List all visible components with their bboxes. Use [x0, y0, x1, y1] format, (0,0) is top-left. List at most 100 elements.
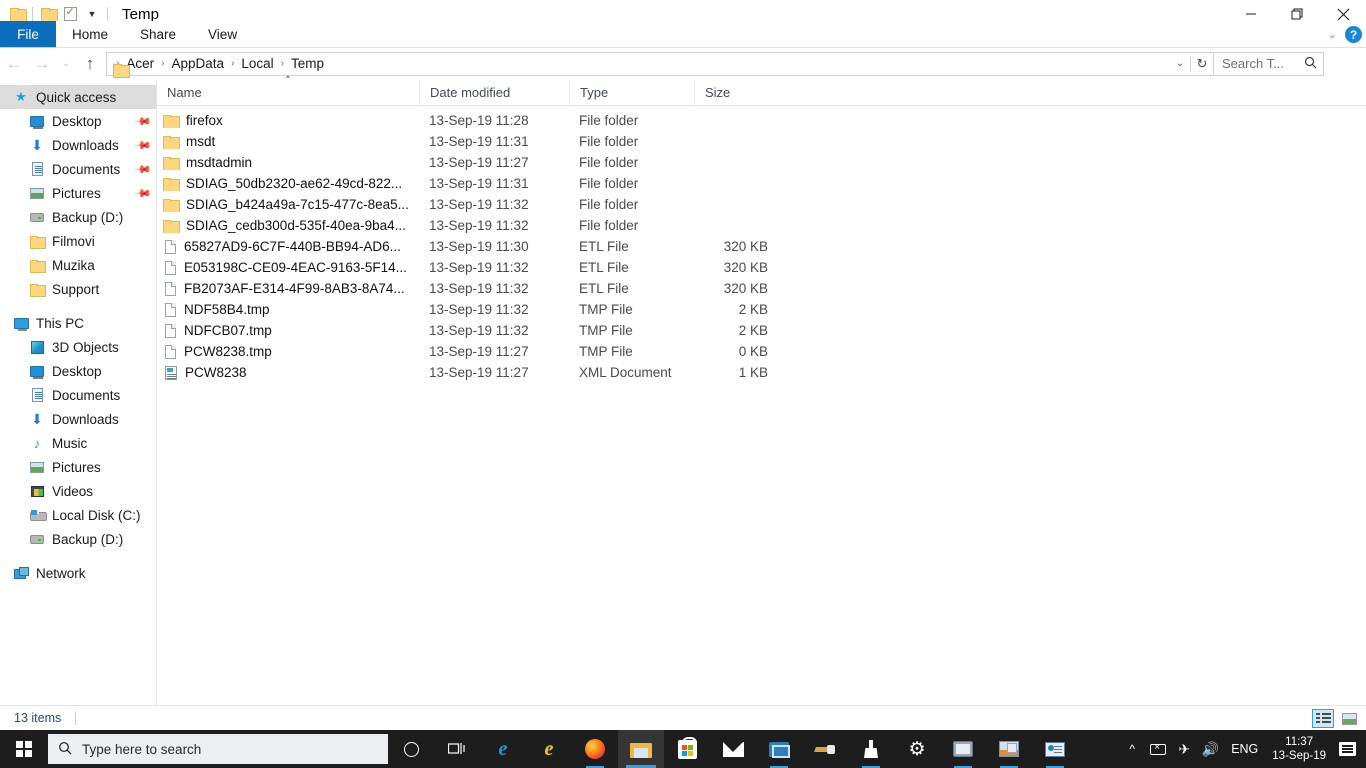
- photo-viewer-icon[interactable]: [986, 730, 1032, 768]
- sidebar-item-music[interactable]: ♪ Music: [0, 431, 156, 455]
- tab-share[interactable]: Share: [124, 21, 192, 48]
- sidebar-item-backup-d-qa[interactable]: Backup (D:): [0, 205, 156, 229]
- file-name-cell[interactable]: FB2073AF-E314-4F99-8AB3-8A74...: [157, 281, 419, 296]
- 3d-objects-icon: [28, 340, 46, 354]
- sidebar-item-network[interactable]: Network: [0, 561, 156, 585]
- file-name-cell[interactable]: firefox: [157, 113, 419, 128]
- folder-icon: [163, 198, 180, 212]
- table-row[interactable]: SDIAG_b424a49a-7c15-477c-8ea5... 13-Sep-…: [157, 194, 1366, 215]
- table-row[interactable]: SDIAG_50db2320-ae62-49cd-822... 13-Sep-1…: [157, 173, 1366, 194]
- sidebar-item-downloads-pc[interactable]: ⬇ Downloads: [0, 407, 156, 431]
- sidebar-item-support[interactable]: Support: [0, 277, 156, 301]
- sidebar-item-documents-pc[interactable]: Documents: [0, 383, 156, 407]
- contacts-icon[interactable]: [1032, 730, 1078, 768]
- action-center-icon[interactable]: [1332, 730, 1362, 768]
- recent-locations-caret-icon[interactable]: ⌄: [56, 50, 76, 78]
- file-name-cell[interactable]: PCW8238: [157, 365, 419, 380]
- forward-button[interactable]: →: [28, 50, 56, 78]
- table-row[interactable]: PCW8238 13-Sep-19 11:27 XML Document 1 K…: [157, 362, 1366, 383]
- address-dropdown-caret-icon[interactable]: ⌄: [1170, 58, 1190, 69]
- table-row[interactable]: FB2073AF-E314-4F99-8AB3-8A74... 13-Sep-1…: [157, 278, 1366, 299]
- sidebar-item-3d-objects[interactable]: 3D Objects: [0, 335, 156, 359]
- sidebar-item-muzika[interactable]: Muzika: [0, 253, 156, 277]
- file-name-cell[interactable]: SDIAG_50db2320-ae62-49cd-822...: [157, 176, 419, 191]
- navigation-pane[interactable]: ★ Quick access Desktop 📌 ⬇ Downloads 📌 D…: [0, 80, 157, 705]
- tab-home[interactable]: Home: [56, 21, 124, 48]
- sidebar-item-backup-d-pc[interactable]: Backup (D:): [0, 527, 156, 551]
- table-row[interactable]: E053198C-CE09-4EAC-9163-5F14... 13-Sep-1…: [157, 257, 1366, 278]
- column-header-size[interactable]: Size: [694, 79, 776, 106]
- internet-explorer-icon[interactable]: e: [526, 730, 572, 768]
- file-explorer-icon[interactable]: [618, 730, 664, 768]
- mail-icon[interactable]: [710, 730, 756, 768]
- sidebar-item-desktop-pc[interactable]: Desktop: [0, 359, 156, 383]
- battery-icon[interactable]: [1145, 730, 1171, 768]
- system-monitor-icon[interactable]: [940, 730, 986, 768]
- breadcrumb-appdata[interactable]: AppData: [165, 53, 230, 75]
- folder-icon: [28, 235, 46, 249]
- sidebar-item-pictures-pc[interactable]: Pictures: [0, 455, 156, 479]
- firefox-icon[interactable]: [572, 730, 618, 768]
- sidebar-item-pictures-qa[interactable]: Pictures 📌: [0, 181, 156, 205]
- back-button[interactable]: ←: [0, 50, 28, 78]
- file-name-cell[interactable]: SDIAG_cedb300d-535f-40ea-9ba4...: [157, 218, 419, 233]
- table-row[interactable]: PCW8238.tmp 13-Sep-19 11:27 TMP File 0 K…: [157, 341, 1366, 362]
- file-name-cell[interactable]: SDIAG_b424a49a-7c15-477c-8ea5...: [157, 197, 419, 212]
- sidebar-item-videos[interactable]: Videos: [0, 479, 156, 503]
- start-button[interactable]: [0, 730, 48, 768]
- sidebar-item-quick-access[interactable]: ★ Quick access: [0, 85, 156, 109]
- sidebar-item-filmovi[interactable]: Filmovi: [0, 229, 156, 253]
- clock[interactable]: 11:37 13-Sep-19: [1266, 735, 1332, 763]
- tab-view[interactable]: View: [192, 21, 253, 48]
- refresh-icon[interactable]: ↻: [1191, 56, 1213, 72]
- folder-icon: [28, 259, 46, 273]
- tab-file[interactable]: File: [0, 21, 56, 48]
- microsoft-store-icon[interactable]: [664, 730, 710, 768]
- sidebar-item-local-disk-c[interactable]: Local Disk (C:): [0, 503, 156, 527]
- table-row[interactable]: 65827AD9-6C7F-440B-BB94-AD6... 13-Sep-19…: [157, 236, 1366, 257]
- table-row[interactable]: NDFCB07.tmp 13-Sep-19 11:32 TMP File 2 K…: [157, 320, 1366, 341]
- breadcrumb-temp[interactable]: Temp: [285, 53, 330, 75]
- expand-ribbon-caret-icon[interactable]: ⌄: [1328, 28, 1337, 41]
- sidebar-item-downloads-qa[interactable]: ⬇ Downloads 📌: [0, 133, 156, 157]
- table-row[interactable]: msdtadmin 13-Sep-19 11:27 File folder: [157, 152, 1366, 173]
- microsoft-edge-icon[interactable]: e: [480, 730, 526, 768]
- airplane-mode-icon[interactable]: ✈: [1171, 730, 1197, 768]
- volume-icon[interactable]: 🔊: [1197, 730, 1223, 768]
- column-header-name[interactable]: ⌃ Name: [157, 75, 419, 106]
- file-name-cell[interactable]: PCW8238.tmp: [157, 344, 419, 359]
- paint-brush-icon[interactable]: [802, 730, 848, 768]
- file-name-cell[interactable]: NDFCB07.tmp: [157, 323, 419, 338]
- taskbar-search-input[interactable]: Type here to search: [48, 734, 388, 764]
- sidebar-item-this-pc[interactable]: This PC: [0, 311, 156, 335]
- details-view-button[interactable]: [1312, 709, 1334, 728]
- breadcrumb-local[interactable]: Local: [235, 53, 279, 75]
- file-name-cell[interactable]: NDF58B4.tmp: [157, 302, 419, 317]
- table-row[interactable]: firefox 13-Sep-19 11:28 File folder: [157, 110, 1366, 131]
- file-name-cell[interactable]: E053198C-CE09-4EAC-9163-5F14...: [157, 260, 419, 275]
- column-header-date-modified[interactable]: Date modified: [419, 79, 569, 106]
- column-header-type[interactable]: Type: [569, 79, 694, 106]
- language-indicator[interactable]: ENG: [1223, 742, 1266, 756]
- table-row[interactable]: NDF58B4.tmp 13-Sep-19 11:32 TMP File 2 K…: [157, 299, 1366, 320]
- file-name-cell[interactable]: 65827AD9-6C7F-440B-BB94-AD6...: [157, 239, 419, 254]
- help-icon[interactable]: ?: [1345, 26, 1362, 43]
- cortana-circle-icon[interactable]: [388, 730, 434, 768]
- sticky-notes-icon[interactable]: [756, 730, 802, 768]
- file-list-view[interactable]: ⌃ Name Date modified Type Size firefox 1…: [157, 75, 1366, 705]
- search-input[interactable]: Search T...: [1214, 51, 1324, 76]
- table-row[interactable]: msdt 13-Sep-19 11:31 File folder: [157, 131, 1366, 152]
- file-name-cell[interactable]: msdt: [157, 134, 419, 149]
- up-button[interactable]: ↑: [76, 50, 104, 78]
- settings-gear-icon[interactable]: ⚙: [894, 730, 940, 768]
- chevron-up-icon[interactable]: ^: [1119, 730, 1145, 768]
- table-row[interactable]: SDIAG_cedb300d-535f-40ea-9ba4... 13-Sep-…: [157, 215, 1366, 236]
- file-name-cell[interactable]: msdtadmin: [157, 155, 419, 170]
- search-icon[interactable]: [1304, 56, 1317, 72]
- large-icons-view-button[interactable]: [1338, 709, 1360, 728]
- cleaner-icon[interactable]: [848, 730, 894, 768]
- sidebar-item-desktop-qa[interactable]: Desktop 📌: [0, 109, 156, 133]
- sidebar-item-documents-qa[interactable]: Documents 📌: [0, 157, 156, 181]
- task-view-icon[interactable]: [434, 730, 480, 768]
- address-bar[interactable]: › Acer › AppData › Local › Temp ⌄ ↻: [106, 51, 1214, 76]
